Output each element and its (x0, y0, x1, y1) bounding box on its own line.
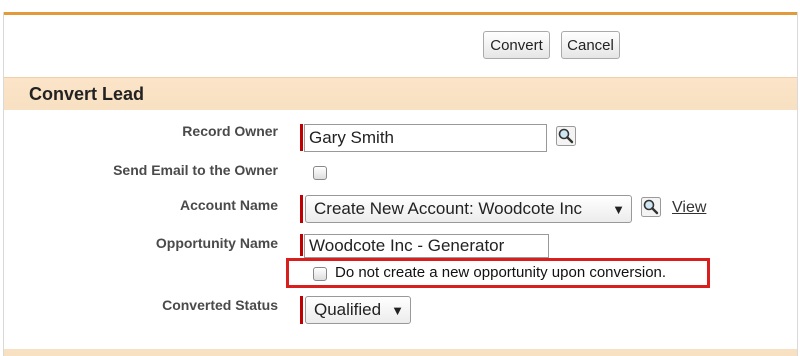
convert-button[interactable]: Convert (483, 31, 550, 59)
view-account-link[interactable]: View (672, 199, 706, 217)
send-email-label: Send Email to the Owner (113, 162, 278, 178)
dropdown-arrow-icon: ▼ (612, 201, 625, 217)
send-email-checkbox[interactable] (313, 166, 327, 180)
opportunity-name-input[interactable]: Woodcote Inc - Generator (304, 234, 549, 258)
right-border (797, 12, 798, 356)
top-accent-bar (3, 12, 798, 15)
section-header: Convert Lead (4, 77, 797, 110)
left-border (3, 12, 4, 356)
converted-status-selected: Qualified (314, 300, 382, 319)
record-owner-label: Record Owner (182, 123, 278, 139)
account-name-label: Account Name (179, 197, 278, 213)
required-marker (300, 195, 303, 223)
no-opportunity-label: Do not create a new opportunity upon con… (335, 264, 667, 281)
account-name-select[interactable]: Create New Account: Woodcote Inc ▼ (305, 195, 632, 223)
account-lookup-icon[interactable] (641, 197, 661, 217)
required-marker (300, 124, 303, 151)
converted-status-select[interactable]: Qualified ▼ (305, 296, 411, 324)
section-title: Convert Lead (29, 84, 145, 104)
record-owner-lookup-icon[interactable] (556, 126, 576, 146)
cancel-button[interactable]: Cancel (561, 31, 620, 59)
dropdown-arrow-icon: ▼ (391, 302, 404, 318)
record-owner-input[interactable]: Gary Smith (304, 124, 547, 152)
account-name-selected: Create New Account: Woodcote Inc (314, 199, 583, 218)
opportunity-name-label: Opportunity Name (155, 235, 278, 251)
converted-status-label: Converted Status (162, 297, 278, 313)
no-opportunity-checkbox[interactable] (313, 267, 327, 281)
bottom-section-bar (4, 349, 797, 356)
required-marker (300, 296, 303, 324)
required-marker (300, 234, 303, 256)
